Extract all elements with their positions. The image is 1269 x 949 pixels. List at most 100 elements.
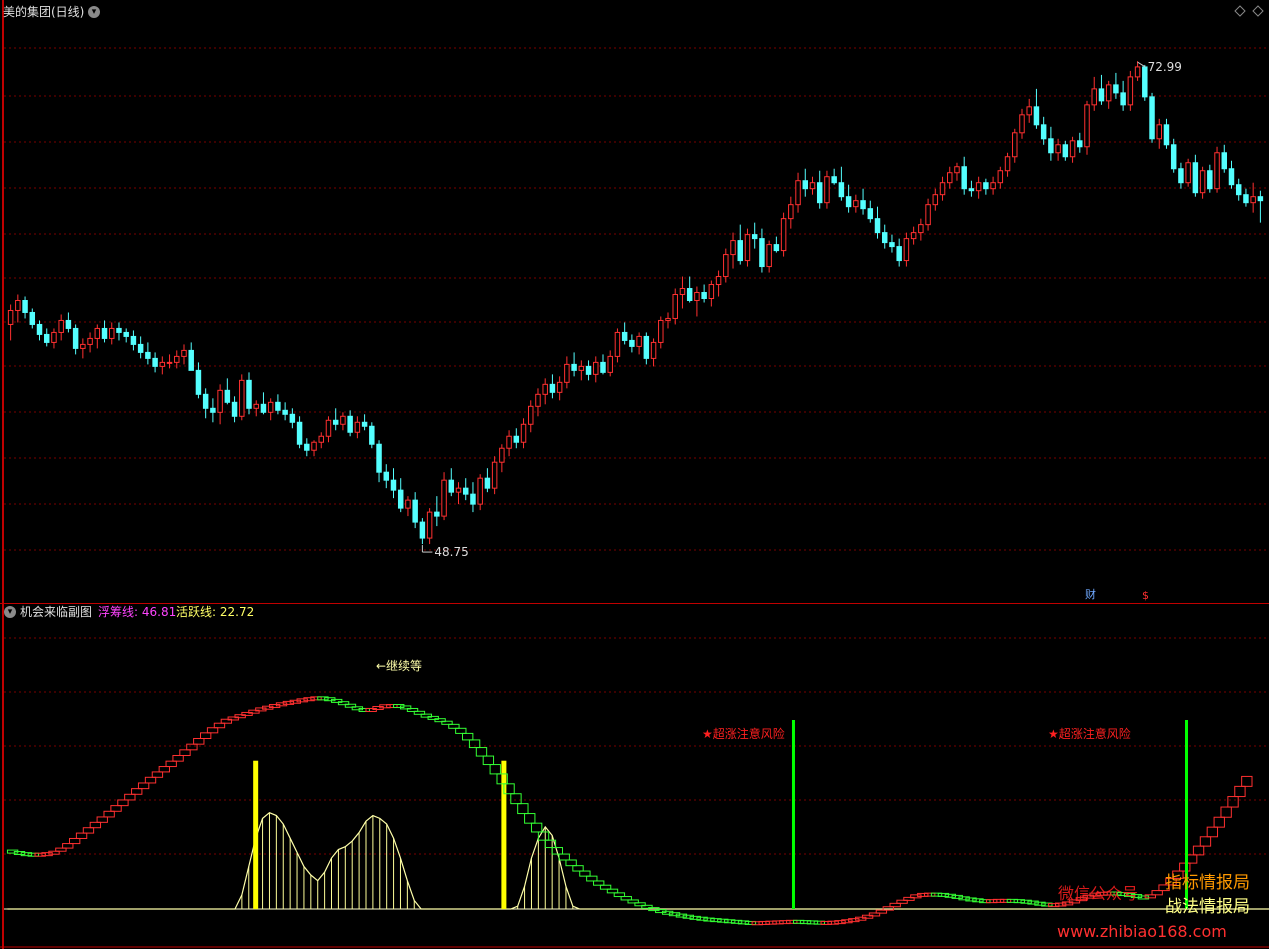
candle-body — [701, 292, 707, 300]
candle-body — [650, 341, 657, 359]
floating-step — [455, 727, 467, 734]
candle-body — [51, 331, 57, 343]
candle-body — [145, 351, 151, 359]
floating-step — [524, 813, 536, 824]
candle-body — [354, 421, 361, 433]
candle-body — [174, 355, 180, 363]
indicator-grid — [4, 637, 1266, 855]
candle-body — [542, 383, 548, 395]
diamond-outline-icon[interactable] — [1234, 5, 1246, 17]
floating-step — [200, 732, 212, 740]
chart-canvas[interactable]: 72.99 48.75 — [0, 0, 1269, 949]
candle-body — [267, 401, 274, 413]
candle-body — [614, 331, 621, 357]
candle-body — [1127, 76, 1134, 106]
candle-body — [376, 443, 382, 473]
candle-body — [845, 196, 852, 208]
candle-body — [441, 479, 447, 517]
floating-step — [558, 853, 570, 861]
floating-step — [144, 776, 157, 784]
floating-step — [565, 859, 577, 867]
candle-body — [947, 172, 953, 184]
candle-body — [1048, 138, 1054, 154]
floating-step — [1151, 890, 1163, 896]
candle-body — [1142, 66, 1148, 98]
candle-body — [903, 238, 910, 262]
candle-body — [462, 487, 469, 495]
finance-marker[interactable]: 财 — [1085, 588, 1096, 602]
floating-step — [131, 788, 143, 795]
candle-body — [1250, 196, 1256, 204]
candle-body — [528, 405, 534, 425]
floating-step — [1227, 796, 1239, 808]
candle-body — [665, 317, 671, 321]
watermark-url: www.zhibiao168.com — [1057, 922, 1227, 941]
candle-body — [152, 357, 158, 367]
candle-body — [1113, 84, 1119, 94]
floating-step — [572, 865, 584, 872]
top-panel-title: 美的集团(日线) — [3, 5, 85, 19]
candle-body — [1156, 124, 1162, 140]
candle-body — [607, 355, 613, 373]
candle-body — [484, 477, 491, 489]
candle-body — [116, 327, 122, 333]
candle-body — [686, 288, 693, 301]
floating-step — [517, 803, 529, 815]
bottom-panel-menu-icon[interactable]: ▾ — [4, 606, 16, 618]
dollar-marker[interactable]: $ — [1142, 589, 1149, 603]
candle-body — [22, 299, 28, 313]
candle-body — [202, 393, 209, 409]
candle-body — [780, 218, 787, 252]
candle-body — [694, 292, 700, 301]
candle-body — [939, 182, 946, 196]
candle-body — [1257, 196, 1264, 202]
floating-step — [151, 771, 164, 778]
candle-body — [1192, 162, 1199, 194]
candle-body — [910, 232, 917, 240]
floating-step — [489, 764, 501, 775]
candle-body — [990, 182, 996, 190]
candle-body — [166, 361, 173, 364]
floating-step — [110, 805, 122, 812]
floating-step — [62, 843, 74, 849]
floating-step — [103, 810, 115, 818]
candle-body — [506, 435, 512, 449]
candle-body — [109, 327, 115, 339]
candle-body — [708, 284, 715, 299]
floating-step — [613, 892, 626, 898]
candle-body — [968, 188, 975, 192]
yellow-bar — [501, 760, 507, 909]
price-grid — [4, 47, 1266, 551]
candle-body — [593, 361, 599, 375]
candle-body — [260, 403, 267, 413]
floating-step — [620, 896, 632, 901]
floating-step — [579, 870, 591, 877]
floating-step — [889, 902, 901, 908]
candle-body — [1134, 66, 1141, 78]
candle-body — [643, 335, 650, 359]
top-panel-menu-icon[interactable]: ▾ — [88, 6, 100, 18]
diamond-outline-icon[interactable] — [1252, 5, 1264, 17]
candle-body — [1120, 92, 1126, 106]
candle-body — [332, 419, 339, 425]
candle-body — [1019, 114, 1025, 134]
candle-body — [816, 182, 823, 204]
candle-body — [658, 319, 664, 343]
floating-step — [158, 766, 170, 773]
candle-body — [369, 425, 375, 445]
candle-body — [730, 240, 736, 256]
candlestick-series[interactable] — [7, 61, 1264, 545]
candle-body — [1091, 88, 1097, 106]
candle-body — [874, 218, 881, 234]
candle-body — [715, 276, 722, 286]
candle-body — [1163, 124, 1170, 146]
candle-body — [751, 234, 758, 240]
candle-body — [954, 166, 960, 174]
candle-body — [824, 176, 830, 204]
floating-step — [599, 884, 612, 890]
candle-body — [311, 441, 317, 451]
candle-body — [137, 343, 144, 353]
floating-step — [213, 722, 226, 729]
candle-body — [304, 443, 310, 451]
candle-body — [1178, 168, 1184, 184]
